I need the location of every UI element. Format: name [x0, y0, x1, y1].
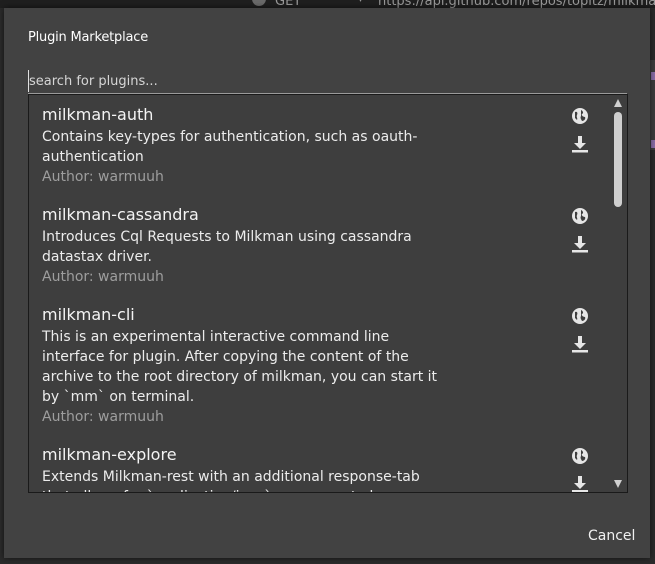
list-item: milkman-cli This is an experimental inte… [29, 287, 609, 427]
plugin-actions [569, 307, 591, 353]
globe-icon[interactable] [571, 107, 589, 125]
globe-icon[interactable] [571, 447, 589, 465]
plugin-author: Author: warmuuh [42, 409, 164, 425]
background-method: GET [275, 0, 302, 8]
gear-icon [252, 0, 266, 6]
download-icon[interactable] [571, 335, 589, 353]
plugin-list[interactable]: milkman-auth Contains key-types for auth… [28, 94, 628, 493]
search-input[interactable] [28, 70, 625, 92]
chevron-down-icon: ▾ [358, 0, 363, 5]
plugin-name: milkman-cassandra [42, 205, 199, 224]
background-window-strip: GET ▾ https://api.github.com/repos/topit… [0, 0, 655, 8]
background-marker [651, 72, 655, 80]
plugin-description: Extends Milkman-rest with an additional … [42, 469, 420, 492]
plugin-author: Author: warmuuh [42, 169, 164, 185]
scroll-up-arrow-icon[interactable] [614, 99, 622, 107]
plugin-description: This is an experimental interactive comm… [42, 329, 438, 405]
plugin-author: Author: warmuuh [42, 269, 164, 285]
scrollbar[interactable] [610, 95, 626, 492]
plugin-description: Contains key-types for authentication, s… [42, 129, 418, 165]
plugin-actions [569, 107, 591, 153]
plugin-actions [569, 207, 591, 253]
plugin-marketplace-dialog: Plugin Marketplace milkman-auth Contains… [4, 8, 650, 558]
list-item: milkman-cassandra Introduces Cql Request… [29, 187, 609, 287]
scroll-down-arrow-icon[interactable] [614, 480, 622, 488]
background-marker [651, 140, 655, 148]
download-icon[interactable] [571, 475, 589, 492]
plugin-name: milkman-explore [42, 445, 177, 464]
plugin-name: milkman-cli [42, 305, 135, 324]
globe-icon[interactable] [571, 207, 589, 225]
plugin-actions [569, 447, 591, 492]
cancel-button[interactable]: Cancel [588, 528, 635, 544]
download-icon[interactable] [571, 235, 589, 253]
list-item: milkman-explore Extends Milkman-rest wit… [29, 427, 609, 492]
plugin-name: milkman-auth [42, 105, 154, 124]
plugin-list-content: milkman-auth Contains key-types for auth… [29, 95, 609, 492]
dialog-title: Plugin Marketplace [28, 30, 148, 45]
background-url: https://api.github.com/repos/topitz/milk… [378, 0, 655, 8]
scroll-thumb[interactable] [614, 112, 622, 207]
download-icon[interactable] [571, 135, 589, 153]
globe-icon[interactable] [571, 307, 589, 325]
list-item: milkman-auth Contains key-types for auth… [29, 95, 609, 187]
plugin-description: Introduces Cql Requests to Milkman using… [42, 229, 412, 265]
